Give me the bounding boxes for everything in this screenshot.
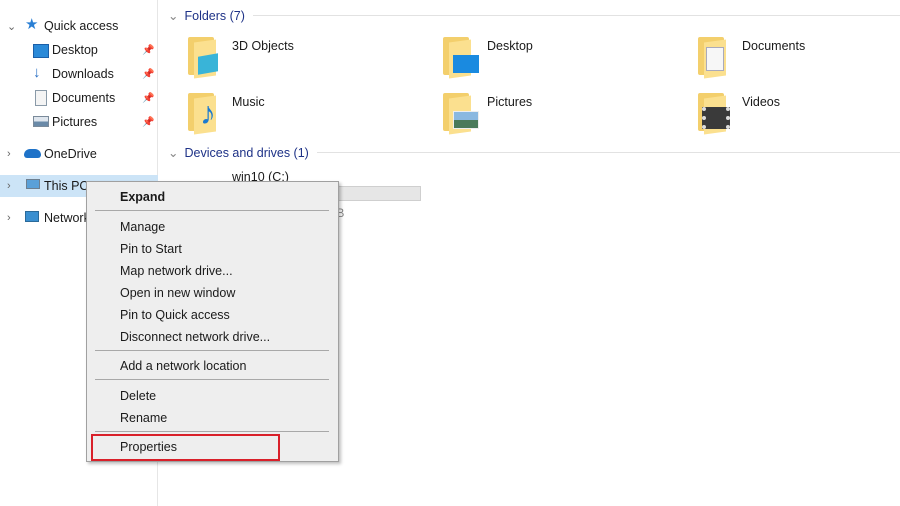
pin-icon[interactable]: 📌: [142, 69, 154, 80]
menu-item-rename[interactable]: Rename: [120, 411, 167, 425]
nav-label: Documents: [52, 91, 116, 105]
menu-item-pin-quick-access[interactable]: Pin to Quick access: [120, 308, 230, 322]
chevron-down-icon[interactable]: ⌄: [168, 145, 178, 160]
menu-item-disconnect-network-drive[interactable]: Disconnect network drive...: [120, 330, 270, 344]
nav-pictures[interactable]: Pictures 📌: [0, 111, 158, 133]
computer-icon: [26, 179, 40, 189]
nav-downloads[interactable]: ↓ Downloads 📌: [0, 63, 158, 85]
chevron-right-icon[interactable]: ›: [7, 148, 11, 160]
nav-label: Downloads: [52, 67, 114, 81]
folder-name: 3D Objects: [232, 39, 294, 53]
pin-icon[interactable]: 📌: [142, 93, 154, 104]
divider: [316, 152, 900, 153]
chevron-down-icon[interactable]: ⌄: [7, 20, 16, 33]
music-folder-icon: ♪: [186, 91, 222, 135]
menu-item-map-network-drive[interactable]: Map network drive...: [120, 264, 233, 278]
nav-label: Pictures: [52, 115, 98, 129]
nav-label: Quick access: [44, 19, 119, 33]
nav-label: Desktop: [52, 43, 98, 57]
chevron-down-icon[interactable]: ⌄: [168, 8, 178, 23]
folder-name: Desktop: [487, 39, 533, 53]
nav-label: OneDrive: [44, 147, 97, 161]
network-icon: [25, 211, 39, 222]
nav-desktop[interactable]: Desktop 📌: [0, 39, 158, 61]
pictures-icon: [33, 116, 49, 127]
nav-documents[interactable]: Documents 📌: [0, 87, 158, 109]
folder-name: Pictures: [487, 95, 533, 109]
menu-item-properties[interactable]: Properties: [120, 440, 177, 454]
star-icon: ★: [25, 16, 39, 33]
cloud-icon: [24, 149, 41, 158]
menu-item-manage[interactable]: Manage: [120, 220, 165, 234]
divider: [252, 15, 900, 16]
downloads-icon: ↓: [33, 64, 41, 81]
folder-name: Music: [232, 95, 265, 109]
folder-name: Videos: [742, 95, 780, 109]
desktop-folder-icon: [441, 35, 479, 79]
chevron-right-icon[interactable]: ›: [7, 212, 11, 224]
folders-group-header[interactable]: ⌄ Folders (7): [168, 8, 900, 23]
3d-objects-folder-icon: [186, 35, 222, 79]
context-menu: Expand Manage Pin to Start Map network d…: [86, 181, 339, 462]
documents-folder-icon: [696, 35, 732, 79]
pin-icon[interactable]: 📌: [142, 45, 154, 56]
group-title: Devices and drives (1): [184, 145, 309, 160]
menu-item-expand[interactable]: Expand: [120, 190, 165, 204]
pictures-folder-icon: [441, 91, 479, 135]
pin-icon[interactable]: 📌: [142, 117, 154, 128]
nav-onedrive[interactable]: › OneDrive: [0, 143, 158, 165]
desktop-icon: [33, 44, 49, 58]
nav-label: Network: [44, 211, 90, 225]
menu-item-add-network-location[interactable]: Add a network location: [120, 359, 246, 373]
menu-separator: [95, 210, 329, 211]
chevron-right-icon[interactable]: ›: [7, 180, 11, 192]
folder-name: Documents: [742, 39, 806, 53]
nav-label: This PC: [44, 179, 89, 193]
documents-icon: [35, 90, 47, 106]
nav-quick-access[interactable]: ⌄ ★ Quick access: [0, 15, 158, 37]
menu-separator: [95, 379, 329, 380]
videos-folder-icon: [696, 91, 732, 135]
menu-item-pin-to-start[interactable]: Pin to Start: [120, 242, 182, 256]
menu-item-open-new-window[interactable]: Open in new window: [120, 286, 235, 300]
group-title: Folders (7): [184, 8, 245, 23]
menu-item-delete[interactable]: Delete: [120, 389, 156, 403]
menu-separator: [95, 431, 329, 432]
devices-group-header[interactable]: ⌄ Devices and drives (1): [168, 145, 900, 160]
menu-separator: [95, 350, 329, 351]
